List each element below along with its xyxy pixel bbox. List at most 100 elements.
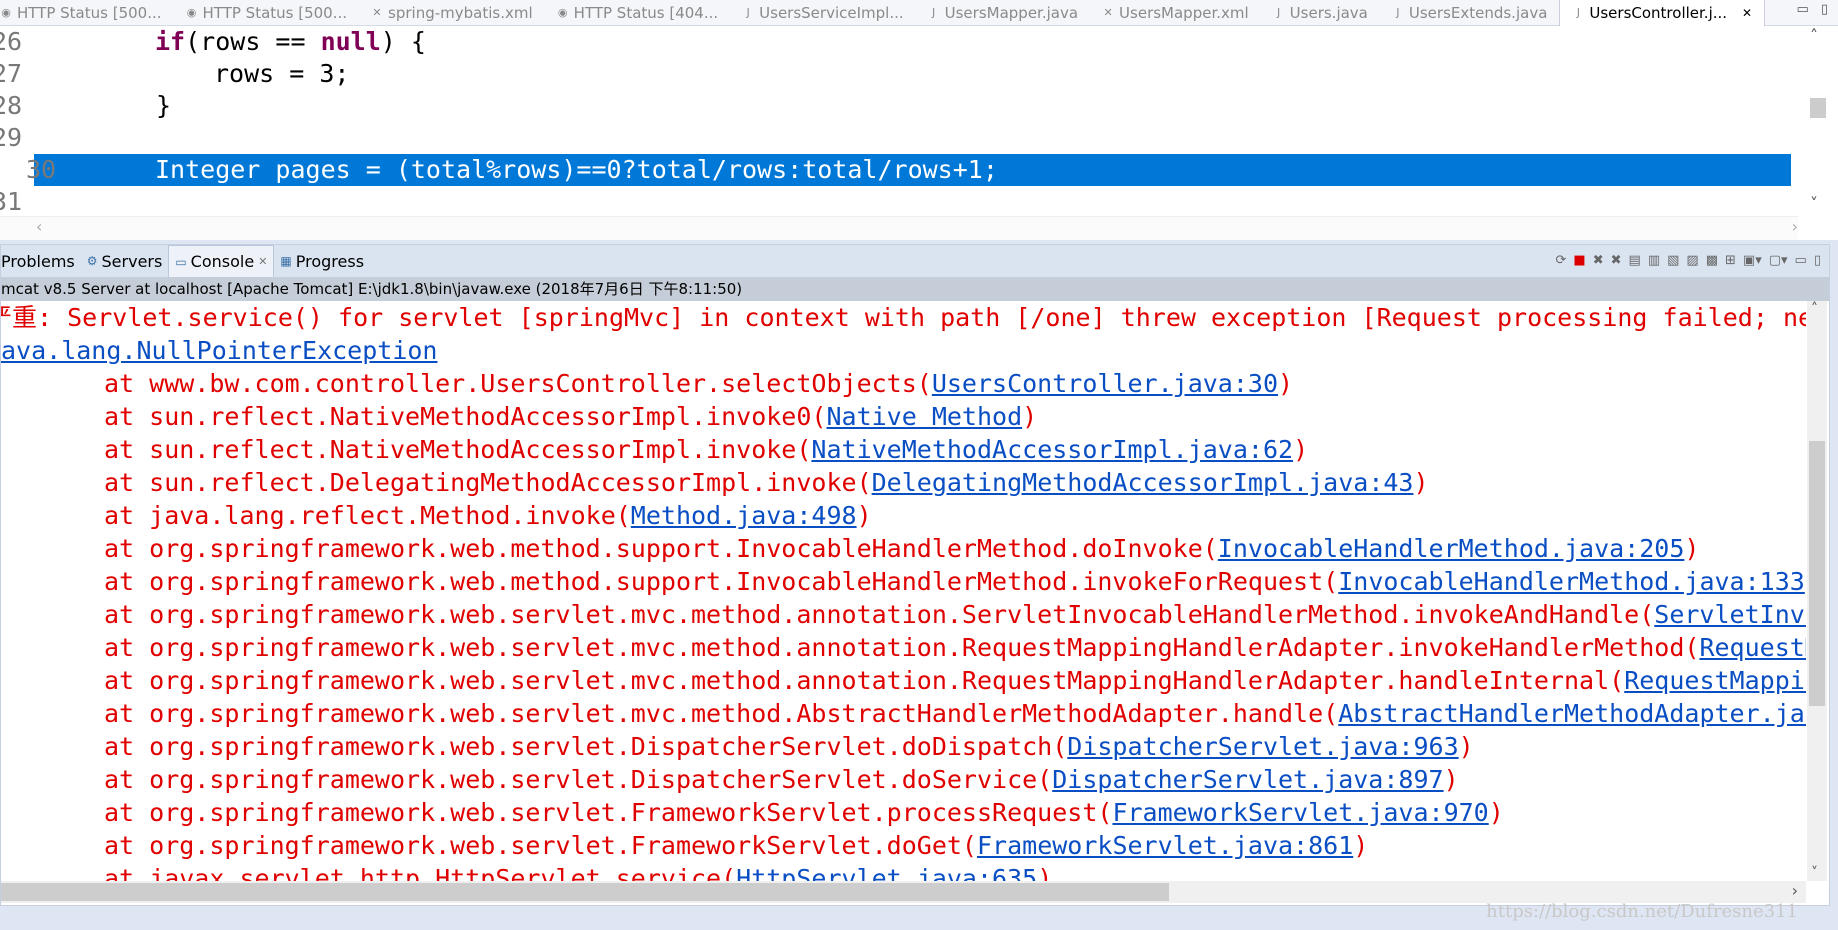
- frame-source-link[interactable]: AbstractHandlerMethodAdapter.jav: [1338, 699, 1806, 728]
- frame-source-link[interactable]: RequestM: [1699, 633, 1806, 662]
- stack-frame: at org.springframework.web.servlet.Dispa…: [104, 730, 1474, 763]
- panel-tab-label: Problems: [1, 251, 75, 271]
- servers-icon: ⚙: [86, 254, 98, 268]
- maximize-icon[interactable]: ▯: [1814, 253, 1821, 268]
- minimize-icon[interactable]: ▭: [1797, 2, 1809, 17]
- frame-method: at org.springframework.web.servlet.Frame…: [104, 798, 1113, 827]
- editor-tab-bar: ◉ HTTP Status [500... ◉ HTTP Status [500...…: [0, 0, 1838, 26]
- editor-tab[interactable]: J UsersServiceImpl...: [730, 0, 915, 26]
- frame-method: at sun.reflect.NativeMethodAccessorImpl.…: [104, 402, 827, 431]
- panel-tab-label: Servers: [101, 251, 163, 271]
- xml-file-icon: ✕: [1103, 5, 1113, 19]
- frame-source-link[interactable]: FrameworkServlet.java:970: [1112, 798, 1488, 827]
- show-stderr-icon[interactable]: ▩: [1706, 253, 1718, 268]
- editor-tab[interactable]: ✕ spring-mybatis.xml: [359, 0, 545, 26]
- panel-tab-label: Progress: [295, 251, 365, 271]
- console-horizontal-scrollbar[interactable]: ›: [1, 881, 1806, 903]
- editor-tab[interactable]: J UsersExtends.java: [1380, 0, 1560, 26]
- editor-tab[interactable]: J UsersController.j... ✕: [1559, 0, 1766, 26]
- scroll-down-icon[interactable]: ˅: [1811, 865, 1818, 881]
- code-text: Integer pages = (total%rows)==0?total/ro…: [155, 154, 998, 186]
- open-console-icon[interactable]: ▢▾: [1769, 253, 1788, 268]
- stack-frame: at org.springframework.web.servlet.Dispa…: [104, 763, 1459, 796]
- frame-source-link[interactable]: FrameworkServlet.java:861: [977, 831, 1353, 860]
- scroll-right-icon[interactable]: ›: [1792, 217, 1798, 236]
- line-number: 28: [0, 91, 23, 120]
- frame-source-link[interactable]: ServletInvo: [1654, 600, 1806, 629]
- frame-source-link[interactable]: InvocableHandlerMethod.java:205: [1218, 534, 1685, 563]
- word-wrap-icon[interactable]: ▧: [1667, 253, 1679, 268]
- frame-method: at org.springframework.web.servlet.mvc.m…: [104, 633, 1700, 662]
- stack-frame: at org.springframework.web.servlet.mvc.m…: [104, 697, 1806, 730]
- panel-tab-servers[interactable]: ⚙ Servers: [81, 245, 169, 277]
- frame-source-link[interactable]: DispatcherServlet.java:897: [1052, 765, 1443, 794]
- scroll-up-icon[interactable]: ˄: [1811, 301, 1818, 317]
- panel-tabs: Problems ⚙ Servers ▭ Console ✕ ▦ Progress ⟳ ■ ✖…: [1, 245, 1829, 277]
- minimize-icon[interactable]: ▭: [1795, 253, 1807, 268]
- show-stdout-icon[interactable]: ▨: [1686, 253, 1698, 268]
- editor-tab[interactable]: ✕ UsersMapper.xml: [1090, 0, 1261, 26]
- editor-tab[interactable]: J UsersMapper.java: [916, 0, 1090, 26]
- editor-tab-label: HTTP Status [500...: [202, 3, 348, 22]
- code-editor[interactable]: 26if(rows == null) {27rows = 3;28}2930In…: [0, 26, 1838, 240]
- frame-method: at org.springframework.web.method.suppor…: [104, 534, 1218, 563]
- frame-end: ): [1278, 369, 1294, 398]
- code-fragment: rows = 3;: [214, 59, 350, 88]
- exception-link[interactable]: ava.lang.NullPointerException: [1, 336, 438, 365]
- remove-all-icon[interactable]: ✖: [1611, 253, 1622, 268]
- display-console-icon[interactable]: ▣▾: [1743, 253, 1762, 268]
- editor-horizontal-scrollbar[interactable]: ‹ ›: [0, 216, 1798, 240]
- scroll-lock-icon[interactable]: ▥: [1648, 253, 1660, 268]
- line-number: 29: [0, 123, 23, 152]
- line-number: 30: [26, 155, 57, 184]
- close-icon[interactable]: ✕: [1742, 6, 1752, 20]
- terminate-icon[interactable]: ■: [1573, 253, 1585, 268]
- editor-tab[interactable]: J Users.java: [1261, 0, 1380, 26]
- frame-end: ): [1805, 567, 1806, 596]
- frame-source-link[interactable]: DelegatingMethodAccessorImpl.java:43: [872, 468, 1414, 497]
- clear-console-icon[interactable]: ▤: [1629, 253, 1641, 268]
- exception-line: ava.lang.NullPointerException: [1, 334, 438, 367]
- frame-source-link[interactable]: InvocableHandlerMethod.java:133: [1338, 567, 1805, 596]
- frame-method: at org.springframework.web.servlet.mvc.m…: [104, 699, 1339, 728]
- panel-tab-console[interactable]: ▭ Console ✕: [168, 245, 275, 277]
- java-file-icon: J: [1576, 5, 1581, 19]
- scroll-right-icon[interactable]: ›: [1792, 881, 1798, 900]
- frame-source-link[interactable]: Method.java:498: [631, 501, 857, 530]
- editor-tab[interactable]: ◉ HTTP Status [500...: [174, 0, 360, 26]
- scroll-left-icon[interactable]: ‹: [36, 217, 42, 236]
- stack-frame: at sun.reflect.NativeMethodAccessorImpl.…: [104, 433, 1308, 466]
- close-icon[interactable]: ✕: [258, 255, 267, 268]
- panel-tab-problems[interactable]: Problems: [1, 245, 81, 277]
- stack-frame: at java.lang.reflect.Method.invoke(Metho…: [104, 499, 872, 532]
- editor-vertical-scrollbar[interactable]: ˄ ˅: [1798, 26, 1838, 216]
- editor-tab[interactable]: ◉ HTTP Status [404...: [545, 0, 731, 26]
- panel-tab-progress[interactable]: ▦ Progress: [274, 245, 370, 277]
- editor-tab[interactable]: ◉ HTTP Status [500...: [0, 0, 174, 26]
- console-vertical-scrollbar[interactable]: ˄ ˅: [1807, 301, 1827, 881]
- frame-source-link[interactable]: Native Method: [826, 402, 1022, 431]
- frame-source-link[interactable]: RequestMappin: [1624, 666, 1806, 695]
- scroll-thumb[interactable]: [1809, 441, 1825, 706]
- line-number: 27: [0, 59, 23, 88]
- remove-launch-icon[interactable]: ✖: [1593, 253, 1604, 268]
- scroll-down-icon[interactable]: ˅: [1810, 194, 1818, 213]
- frame-source-link[interactable]: DispatcherServlet.java:963: [1067, 732, 1458, 761]
- scroll-thumb[interactable]: [1810, 98, 1826, 118]
- code-line: 27 rows = 3;: [0, 58, 1795, 90]
- console-output[interactable]: 严重: Servlet.service() for servlet [sprin…: [1, 301, 1806, 881]
- code-text: if(rows == null) {: [155, 26, 426, 58]
- console-launch-header: mcat v8.5 Server at localhost [Apache To…: [1, 277, 1829, 301]
- frame-source-link[interactable]: UsersController.java:30: [932, 369, 1278, 398]
- frame-source-link[interactable]: NativeMethodAccessorImpl.java:62: [811, 435, 1293, 464]
- code-fragment: (rows ==: [185, 27, 321, 56]
- maximize-icon[interactable]: ▯: [1821, 2, 1828, 17]
- java-file-icon: J: [746, 5, 750, 19]
- pin-icon[interactable]: ⟳: [1556, 253, 1567, 268]
- frame-source-link[interactable]: HttpServlet.java:635: [736, 864, 1037, 881]
- frame-end: ): [1293, 435, 1309, 464]
- scroll-up-icon[interactable]: ˄: [1810, 26, 1818, 45]
- scroll-thumb[interactable]: [1, 883, 1169, 901]
- frame-method: at org.springframework.web.servlet.Dispa…: [104, 732, 1068, 761]
- pin-console-icon[interactable]: ⊞: [1725, 253, 1736, 268]
